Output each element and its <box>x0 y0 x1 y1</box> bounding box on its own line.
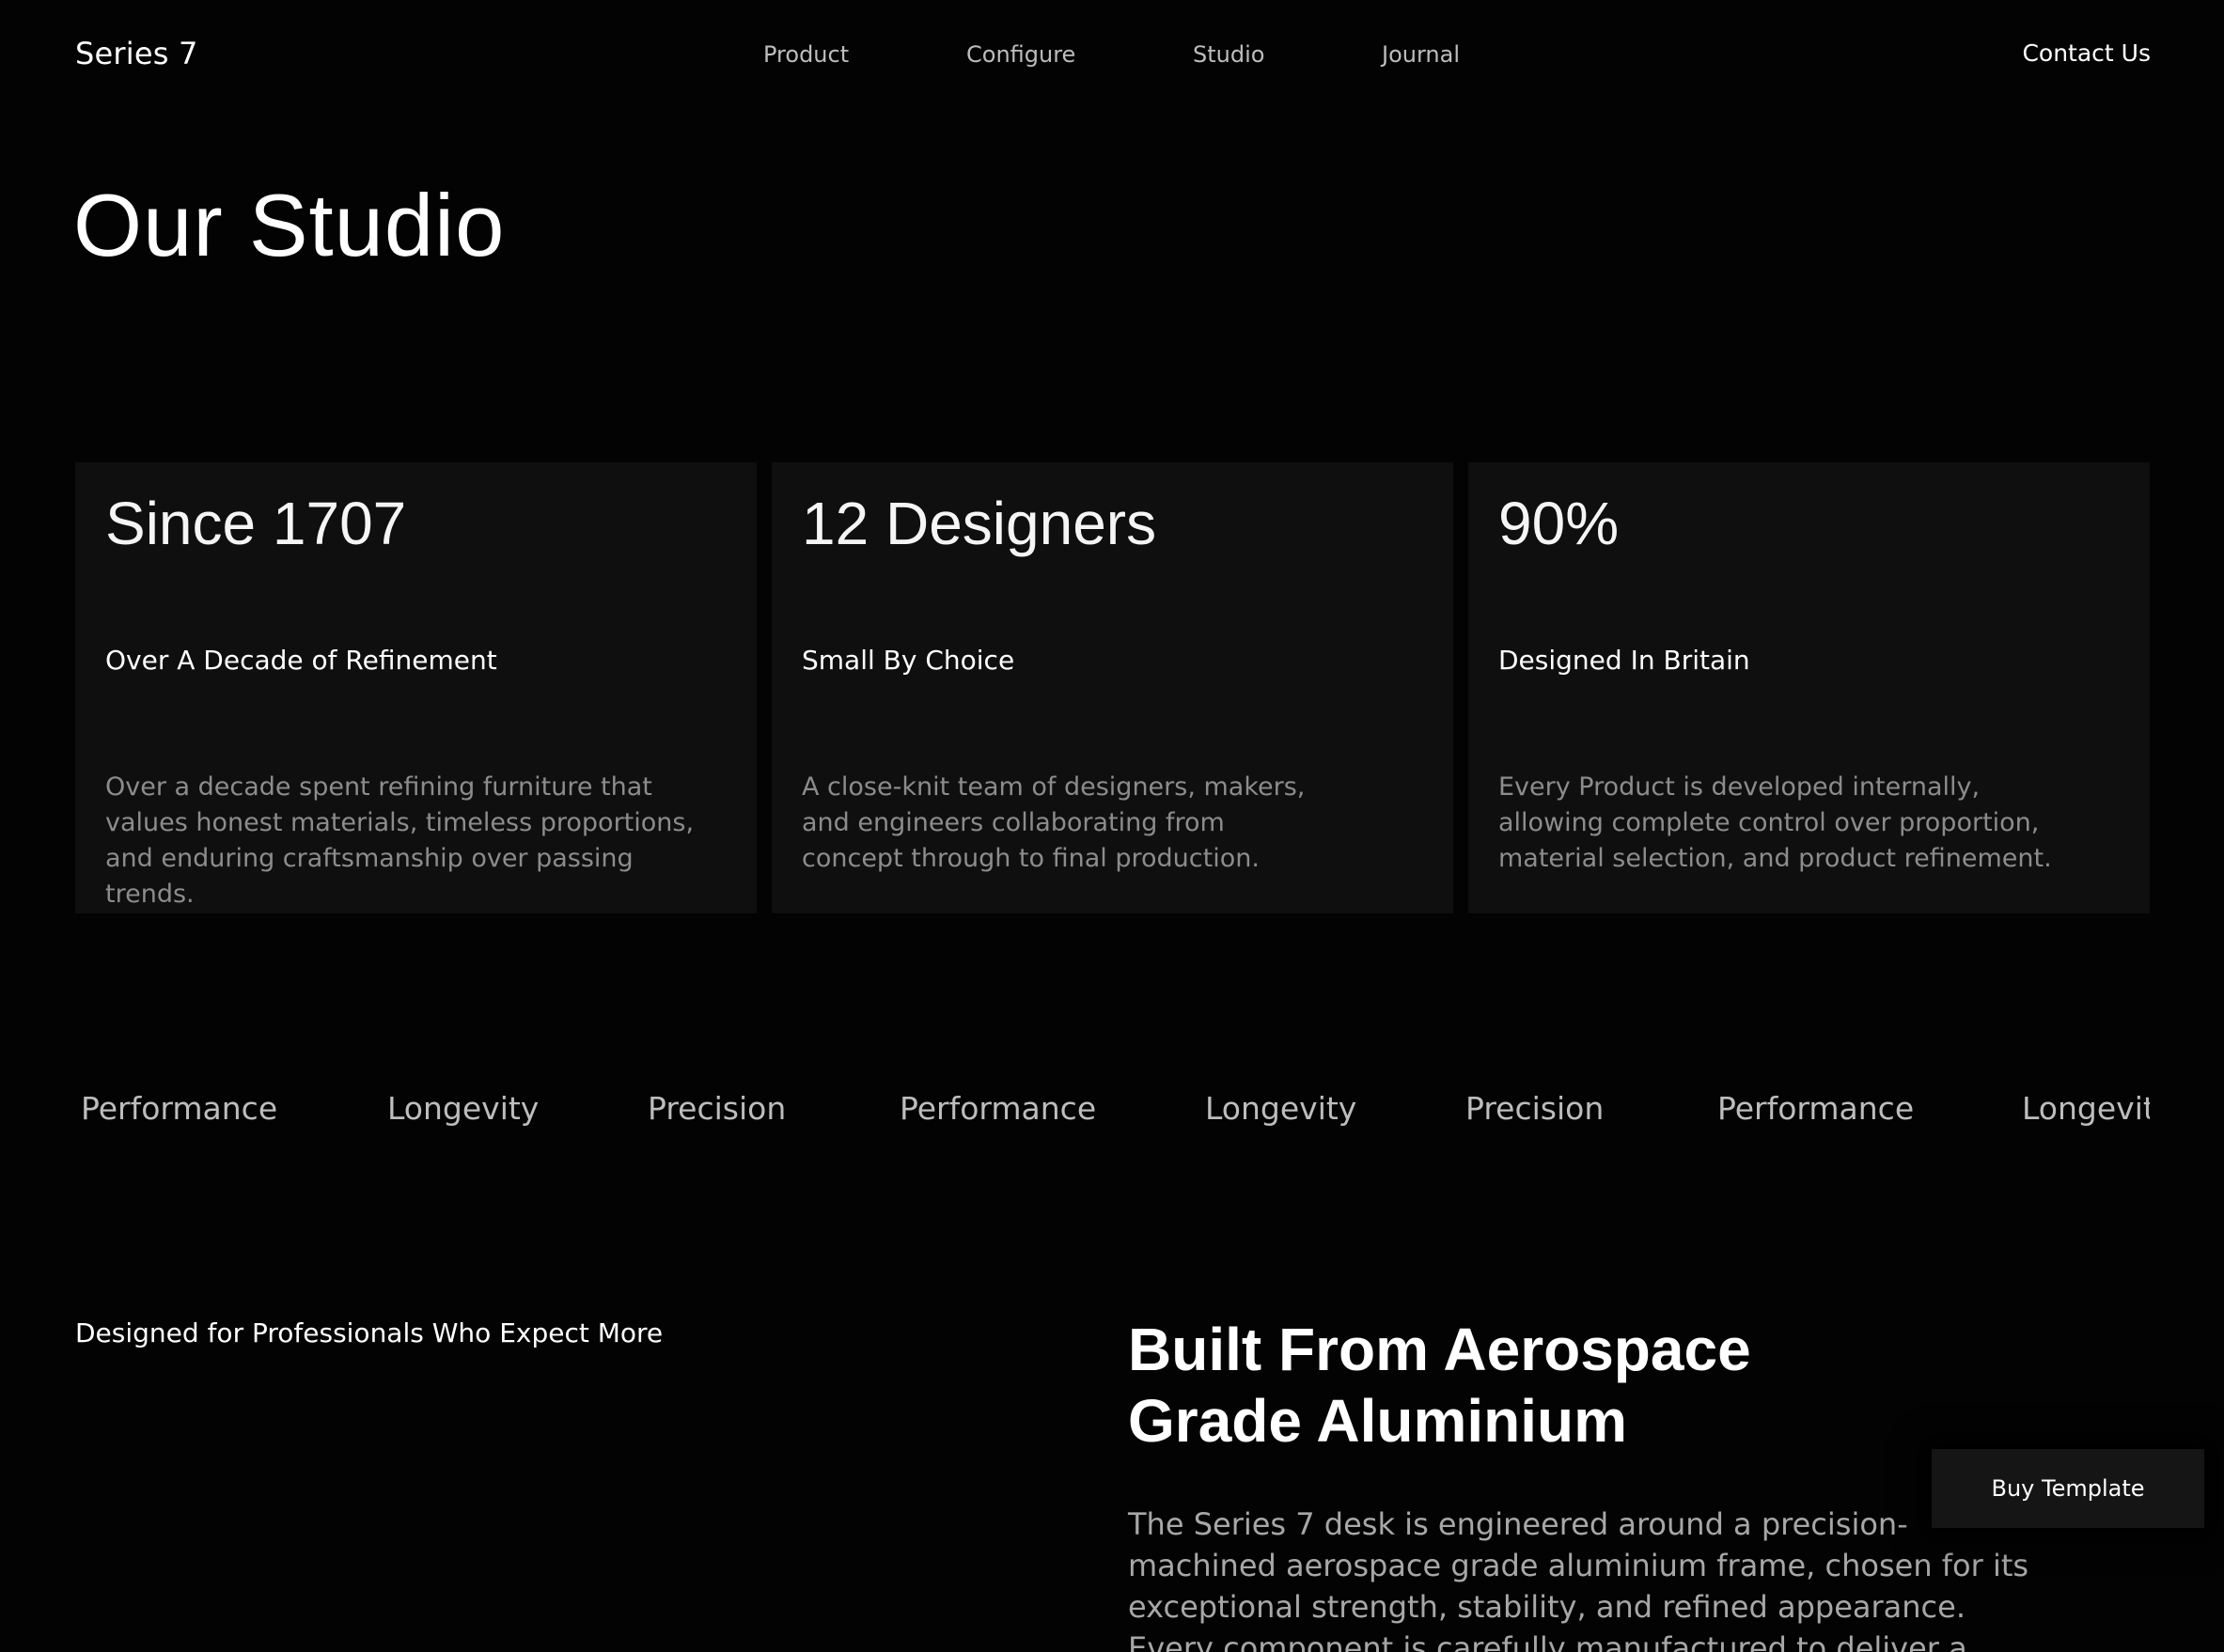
stat-description: Over a decade spent refining furniture t… <box>105 772 695 909</box>
marquee-item: Performance <box>81 1090 278 1127</box>
contact-us-link[interactable]: Contact Us <box>2022 39 2151 67</box>
section-body: The Series 7 desk is engineered around a… <box>1128 1506 2029 1652</box>
stat-description: Every Product is developed internally, a… <box>1498 772 2052 873</box>
stat-subtitle: Small By Choice <box>802 645 1015 676</box>
marquee-item: Longevity <box>1205 1090 1357 1127</box>
stat-value: Since 1707 <box>105 490 407 557</box>
nav-configure[interactable]: Configure <box>966 41 1075 68</box>
main-nav: Product Configure Studio Journal <box>0 41 2224 70</box>
marquee-item: Precision <box>648 1090 787 1127</box>
nav-journal[interactable]: Journal <box>1382 41 1460 68</box>
section-heading: Built From Aerospace Grade Aluminium <box>1128 1314 1842 1457</box>
stat-card-since: Since 1707 Over A Decade of Refinement O… <box>75 462 757 913</box>
stats-cards: Since 1707 Over A Decade of Refinement O… <box>75 462 2150 913</box>
marquee-item: Longevity <box>2022 1090 2150 1127</box>
section-heading-line: Grade Aluminium <box>1128 1387 1628 1455</box>
nav-studio[interactable]: Studio <box>1193 41 1264 68</box>
stat-description: A close-knit team of designers, makers, … <box>802 772 1306 873</box>
studio-page: Series 7 Product Configure Studio Journa… <box>0 0 2224 1652</box>
stat-card-britain: 90% Designed In Britain Every Product is… <box>1468 462 2150 913</box>
values-marquee: Performance Longevity Precision Performa… <box>75 1090 2150 1146</box>
marquee-item: Performance <box>900 1090 1097 1127</box>
marquee-item: Precision <box>1465 1090 1605 1127</box>
buy-template-button[interactable]: Buy Template <box>1932 1449 2204 1528</box>
site-header: Series 7 Product Configure Studio Journa… <box>0 0 2224 109</box>
page-title: Our Studio <box>73 176 506 274</box>
section-tagline: Designed for Professionals Who Expect Mo… <box>75 1317 664 1348</box>
stat-value: 12 Designers <box>802 490 1157 557</box>
marquee-item: Longevity <box>387 1090 540 1127</box>
stat-subtitle: Designed In Britain <box>1498 645 1750 676</box>
stat-card-designers: 12 Designers Small By Choice A close-kni… <box>772 462 1453 913</box>
stat-value: 90% <box>1498 490 1620 557</box>
marquee-item: Performance <box>1717 1090 1915 1127</box>
section-heading-line: Built From Aerospace <box>1128 1316 1751 1383</box>
nav-product[interactable]: Product <box>763 41 849 68</box>
stat-subtitle: Over A Decade of Refinement <box>105 645 497 676</box>
